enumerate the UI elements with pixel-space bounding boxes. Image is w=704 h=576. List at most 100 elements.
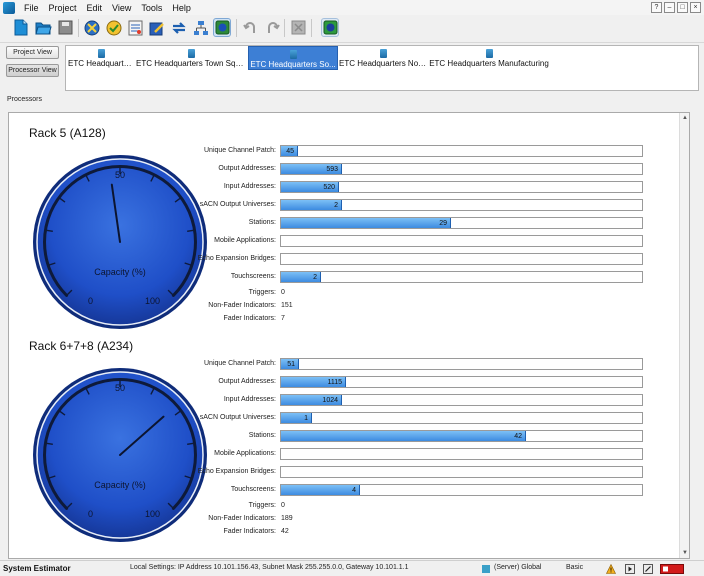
network-globe-icon[interactable] [83,18,101,37]
processor-view-icon[interactable] [213,18,231,37]
server-status: (Server) Global [494,564,542,571]
scroll-down-icon[interactable]: ▼ [680,548,690,558]
validate-icon[interactable] [105,18,123,37]
project-view-button[interactable]: Project View [6,46,59,59]
toolbar-separator [78,19,79,37]
triggers-value: 0 [281,502,285,509]
rack-title: Rack 5 (A128) [29,126,106,140]
delete-icon[interactable] [289,18,307,37]
open-folder-icon[interactable] [34,18,52,37]
metric-value: 51 [287,361,295,368]
metric-value: 1 [304,415,308,422]
toolbar-separator [236,19,237,37]
building-icon [187,49,195,58]
new-file-icon[interactable] [12,18,30,37]
building-icon [97,49,105,58]
non-fader-indicators-value: 151 [281,302,293,309]
fader-indicators-label: Fader Indicators: [223,528,276,535]
vertical-scrollbar[interactable]: ▲ ▼ [679,113,689,558]
sacn-output-universes-label: sACN Output Universes: [199,201,276,208]
minimize-button[interactable]: – [664,2,675,13]
mode-indicator[interactable]: Basic [566,564,583,571]
bar-fill: 520 [281,182,339,192]
stations-label: Stations: [248,432,276,439]
mobile-applications-bar [280,448,643,460]
non-fader-indicators-value: 189 [281,515,293,522]
touchscreens-label: Touchscreens: [230,486,276,493]
stations-bar: 42 [280,430,643,442]
echo-expansion-bridges-bar [280,466,643,478]
disconnected-icon[interactable] [660,564,684,574]
scroll-up-icon[interactable]: ▲ [680,113,690,123]
output-addresses-bar: 593 [280,163,643,175]
bar-fill: 51 [281,359,299,369]
bar-fill: 29 [281,218,451,228]
processors-heading: Processors [7,96,43,103]
undo-icon[interactable] [241,18,259,37]
menu-tools[interactable]: Tools [136,3,167,13]
bar-fill: 1 [281,413,312,423]
metric-value: 4 [352,487,356,494]
server-icon [482,565,490,573]
checklist-icon[interactable] [126,18,144,37]
menu-bar: File Project Edit View Tools Help ? – □ … [0,0,704,15]
tab-etc-headquarters-south[interactable]: ETC Headquarters So... [248,46,338,70]
metric-value: 29 [439,220,447,227]
processors-panel: ▲ ▼ Rack 5 (A128) 0 50 100 Capacity (%) … [8,112,690,559]
processor-view-button[interactable]: Processor View [6,64,59,77]
metric-value: 593 [326,166,338,173]
menu-help[interactable]: Help [167,3,196,13]
close-button[interactable]: × [690,2,701,13]
edit-pencil-icon[interactable] [148,18,166,37]
menu-project[interactable]: Project [44,3,82,13]
app-name: System Estimator [3,564,71,573]
toolbar-separator [311,19,312,37]
input-addresses-label: Input Addresses: [223,183,276,190]
tab-etc-headquarters[interactable]: ETC Headquarters [68,46,134,70]
window-controls: ? – □ × [651,2,701,13]
bar-fill: 4 [281,485,360,495]
menu-edit[interactable]: Edit [82,3,108,13]
tab-etc-headquarters-town-square[interactable]: ETC Headquarters Town Square [136,46,246,70]
site-tabs: ETC Headquarters ETC Headquarters Town S… [65,45,699,91]
metric-value: 42 [514,433,522,440]
system-estimator-icon[interactable] [321,18,339,37]
input-addresses-bar: 520 [280,181,643,193]
unique-channel-patch-label: Unique Channel Patch: [204,360,276,367]
help-window-button[interactable]: ? [651,2,662,13]
unique-channel-patch-bar: 45 [280,145,643,157]
echo-expansion-bridges-label: Echo Expansion Bridges: [197,468,276,475]
network-topology-icon[interactable] [192,18,210,37]
metric-value: 45 [286,148,294,155]
menu-file[interactable]: File [19,3,44,13]
play-icon[interactable] [625,564,635,574]
metric-value: 1024 [322,397,338,404]
warning-icon[interactable] [606,564,616,574]
tab-etc-headquarters-north[interactable]: ETC Headquarters North [339,46,427,70]
touchscreens-bar: 2 [280,271,643,283]
triggers-label: Triggers: [248,502,276,509]
tab-etc-headquarters-manufacturing[interactable]: ETC Headquarters Manufacturing [428,46,550,70]
toolbar-separator [284,19,285,37]
bar-fill: 1024 [281,395,342,405]
save-icon[interactable] [56,18,74,37]
menu-view[interactable]: View [107,3,136,13]
maximize-button[interactable]: □ [677,2,688,13]
input-addresses-bar: 1024 [280,394,643,406]
non-fader-indicators-label: Non-Fader Indicators: [208,302,276,309]
echo-expansion-bridges-label: Echo Expansion Bridges: [197,255,276,262]
sacn-output-universes-bar: 1 [280,412,643,424]
building-icon [485,49,493,58]
metric-value: 520 [323,184,335,191]
edit-icon[interactable] [643,564,653,574]
sync-icon[interactable] [170,18,188,37]
echo-expansion-bridges-bar [280,253,643,265]
redo-icon[interactable] [263,18,281,37]
bar-fill: 593 [281,164,342,174]
bar-fill: 42 [281,431,526,441]
bar-fill: 2 [281,272,321,282]
building-icon [379,49,387,58]
status-bar: System Estimator Local Settings: IP Addr… [0,560,704,576]
fader-indicators-value: 42 [281,528,289,535]
fader-indicators-value: 7 [281,315,285,322]
